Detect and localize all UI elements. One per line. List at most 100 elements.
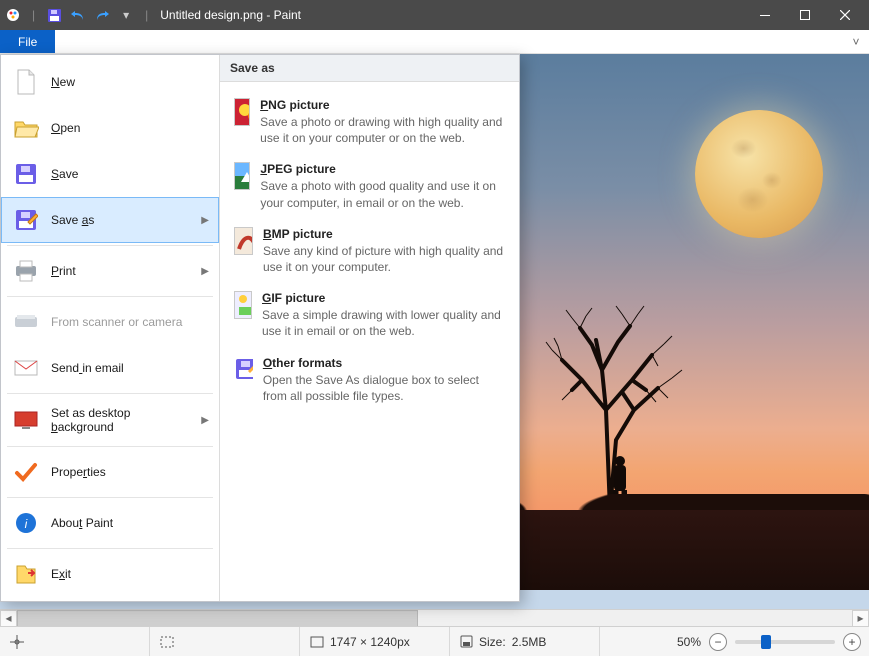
save-icon[interactable] xyxy=(45,6,63,24)
scroll-thumb[interactable] xyxy=(17,610,418,627)
save-as-item-desc: Save any kind of picture with high quali… xyxy=(263,243,505,275)
menu-item-set-desktop-bg[interactable]: Set as desktop background ▶ xyxy=(1,396,219,444)
paint-app-icon xyxy=(4,6,22,24)
menu-item-properties[interactable]: Properties xyxy=(1,449,219,495)
size-label: Size: xyxy=(479,635,506,649)
save-as-jpeg[interactable]: JPEG picture Save a photo with good qual… xyxy=(224,154,515,218)
save-as-bmp[interactable]: BMP picture Save any kind of picture wit… xyxy=(224,219,515,283)
menu-divider xyxy=(7,393,213,394)
save-as-icon xyxy=(13,207,39,233)
save-as-other-formats[interactable]: Other formats Open the Save As dialogue … xyxy=(224,348,515,412)
bmp-thumb-icon xyxy=(234,227,253,255)
save-as-item-desc: Save a photo or drawing with high qualit… xyxy=(260,114,505,146)
zoom-value: 50% xyxy=(677,635,701,649)
status-selection-size xyxy=(150,627,300,656)
menu-item-send-email[interactable]: Send in email xyxy=(1,345,219,391)
status-bar: 1747 × 1240px Size: 2.5MB 50% − + xyxy=(0,626,869,656)
status-image-dimensions: 1747 × 1240px xyxy=(300,627,450,656)
minimize-button[interactable] xyxy=(745,0,785,30)
save-as-item-title: Other formats xyxy=(263,356,505,370)
menu-label: Save as xyxy=(51,213,94,227)
info-icon: i xyxy=(13,510,39,536)
ribbon-collapse-icon[interactable]: ˅ xyxy=(843,30,869,53)
menu-label: Set as desktop background xyxy=(51,406,189,434)
zoom-out-button[interactable]: − xyxy=(709,633,727,651)
menu-item-print[interactable]: Print ▶ xyxy=(1,248,219,294)
save-as-item-title: PNG picture xyxy=(260,98,505,112)
email-icon xyxy=(13,355,39,381)
selection-icon xyxy=(160,636,174,648)
menu-item-exit[interactable]: Exit xyxy=(1,551,219,597)
scroll-left-icon[interactable]: ◂ xyxy=(0,610,17,627)
zoom-in-button[interactable]: + xyxy=(843,633,861,651)
qat-separator: | xyxy=(32,8,35,22)
menu-divider xyxy=(7,296,213,297)
gif-thumb-icon xyxy=(234,291,252,319)
window-title: Untitled design.png - Paint xyxy=(160,8,301,22)
menu-label: Open xyxy=(51,121,80,135)
chevron-right-icon: ▶ xyxy=(201,415,209,426)
crosshair-icon xyxy=(10,635,24,649)
zoom-slider-knob[interactable] xyxy=(761,635,771,649)
file-tab[interactable]: File xyxy=(0,30,55,53)
menu-item-from-scanner: From scanner or camera xyxy=(1,299,219,345)
menu-label: From scanner or camera xyxy=(51,315,182,329)
zoom-slider[interactable] xyxy=(735,640,835,644)
dimensions-value: 1747 × 1240px xyxy=(330,635,410,649)
status-file-size: Size: 2.5MB xyxy=(450,627,600,656)
scanner-icon xyxy=(13,309,39,335)
menu-item-save-as[interactable]: Save as ▶ xyxy=(1,197,219,243)
scroll-track[interactable] xyxy=(17,610,852,627)
save-as-item-desc: Save a simple drawing with lower quality… xyxy=(262,307,505,339)
menu-divider xyxy=(7,497,213,498)
disk-icon xyxy=(460,635,473,648)
redo-icon[interactable] xyxy=(93,6,111,24)
file-menu-overlay: New Open Save Save as ▶ Print ▶ From sca… xyxy=(0,54,520,602)
menu-label: Properties xyxy=(51,465,106,479)
save-as-header: Save as xyxy=(220,55,519,82)
menu-item-about[interactable]: i About Paint xyxy=(1,500,219,546)
save-as-item-desc: Save a photo with good quality and use i… xyxy=(260,178,505,210)
desktop-bg-icon xyxy=(13,407,39,433)
file-menu: New Open Save Save as ▶ Print ▶ From sca… xyxy=(1,55,219,601)
jpeg-thumb-icon xyxy=(234,162,250,190)
size-value: 2.5MB xyxy=(512,635,547,649)
menu-divider xyxy=(7,446,213,447)
other-formats-icon xyxy=(234,356,253,384)
maximize-button[interactable] xyxy=(785,0,825,30)
dimensions-icon xyxy=(310,636,324,648)
undo-icon[interactable] xyxy=(69,6,87,24)
save-as-item-desc: Open the Save As dialogue box to select … xyxy=(263,372,505,404)
close-button[interactable] xyxy=(825,0,865,30)
title-bar: | ▾ | Untitled design.png - Paint xyxy=(0,0,869,30)
menu-label: Exit xyxy=(51,567,71,581)
checkmark-icon xyxy=(13,459,39,485)
menu-item-new[interactable]: New xyxy=(1,59,219,105)
quick-access-toolbar: | ▾ | xyxy=(4,6,152,24)
menu-label: About Paint xyxy=(51,516,113,530)
status-cursor-pos xyxy=(0,627,150,656)
save-as-png[interactable]: PNG picture Save a photo or drawing with… xyxy=(224,90,515,154)
printer-icon xyxy=(13,258,39,284)
menu-label: Print xyxy=(51,264,76,278)
exit-icon xyxy=(13,561,39,587)
horizontal-scrollbar[interactable]: ◂ ▸ xyxy=(0,609,869,626)
save-as-item-title: GIF picture xyxy=(262,291,505,305)
scroll-right-icon[interactable]: ▸ xyxy=(852,610,869,627)
qat-separator-2: | xyxy=(145,8,148,22)
qat-dropdown-icon[interactable]: ▾ xyxy=(117,6,135,24)
menu-divider xyxy=(7,245,213,246)
png-thumb-icon xyxy=(234,98,250,126)
open-folder-icon xyxy=(13,115,39,141)
chevron-right-icon: ▶ xyxy=(201,215,209,226)
new-file-icon xyxy=(13,69,39,95)
menu-label: New xyxy=(51,75,75,89)
save-as-item-title: BMP picture xyxy=(263,227,505,241)
save-as-gif[interactable]: GIF picture Save a simple drawing with l… xyxy=(224,283,515,347)
menu-label: Save xyxy=(51,167,78,181)
menu-item-open[interactable]: Open xyxy=(1,105,219,151)
menu-item-save[interactable]: Save xyxy=(1,151,219,197)
status-zoom-controls: 50% − + xyxy=(669,627,869,656)
menu-divider xyxy=(7,548,213,549)
save-as-panel: Save as PNG picture Save a photo or draw… xyxy=(219,55,519,601)
